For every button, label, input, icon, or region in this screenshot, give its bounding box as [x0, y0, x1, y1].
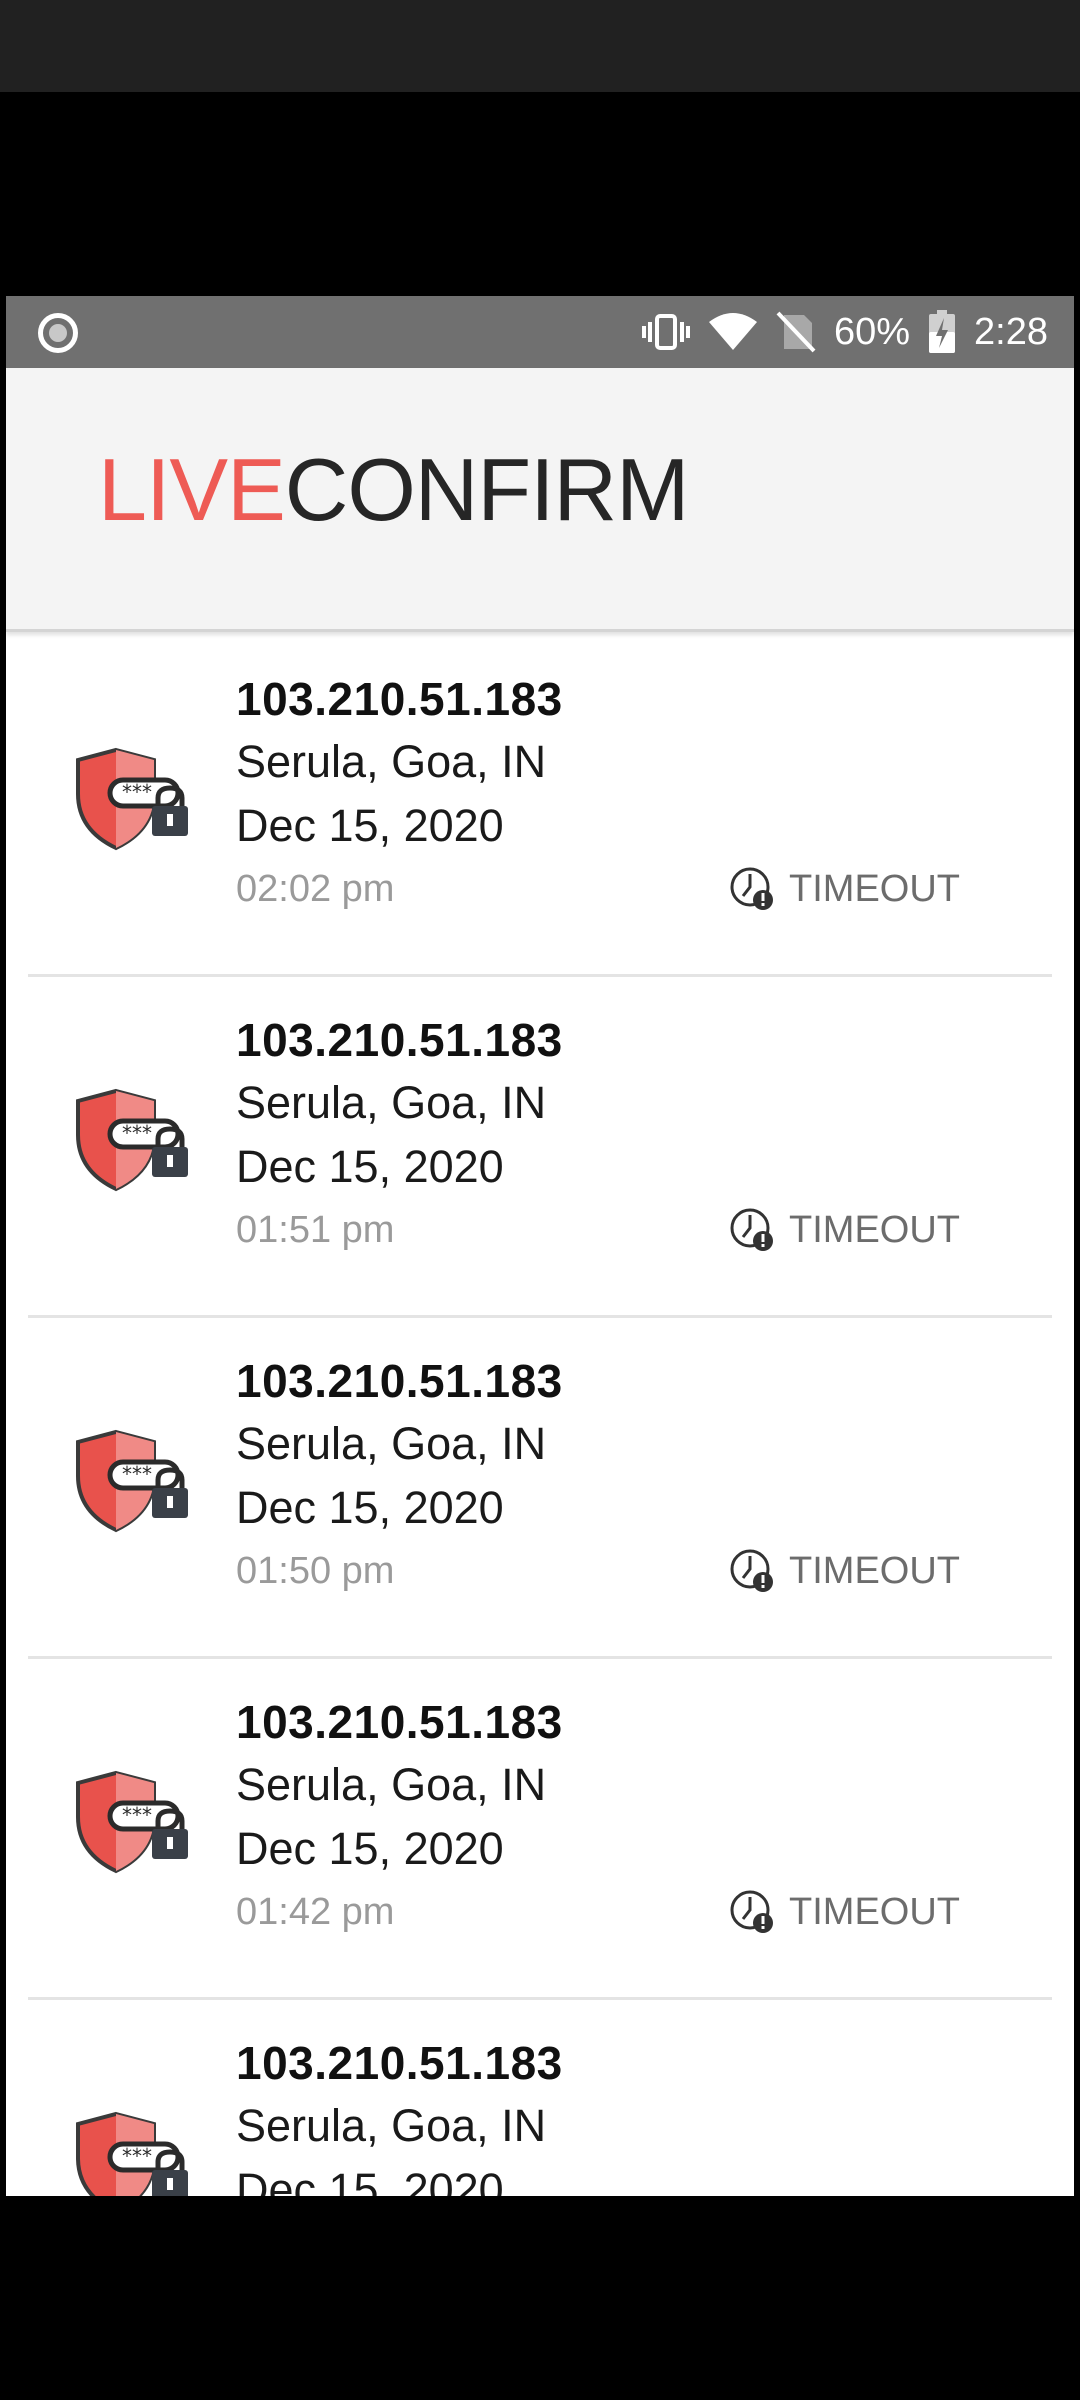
- clock: 2:28: [974, 310, 1048, 353]
- list-item[interactable]: *** 103.210.51.183 Serula, Goa, IN Dec 1…: [6, 1318, 1074, 1659]
- clock-alert-icon: [730, 1890, 774, 1933]
- location: Serula, Goa, IN: [236, 2100, 547, 2151]
- time: 01:50 pm: [236, 1550, 395, 1592]
- wifi-icon: [708, 312, 758, 352]
- ip-address: 103.210.51.183: [236, 1014, 563, 1066]
- date: Dec 15, 2020: [236, 1823, 504, 1874]
- date: Dec 15, 2020: [236, 1141, 504, 1192]
- date: Dec 15, 2020: [236, 800, 504, 851]
- status-label: TIMEOUT: [789, 1890, 960, 1933]
- ip-address: 103.210.51.183: [236, 1355, 563, 1407]
- top-black-bar: [0, 0, 1080, 92]
- status-badge: TIMEOUT: [729, 866, 960, 912]
- location: Serula, Goa, IN: [236, 1418, 547, 1469]
- svg-text:***: ***: [122, 1803, 152, 1827]
- location: Serula, Goa, IN: [236, 1077, 547, 1128]
- brand-live: LIVE: [98, 440, 286, 539]
- svg-text:***: ***: [122, 1121, 152, 1145]
- status-label: TIMEOUT: [789, 1549, 960, 1592]
- date: Dec 15, 2020: [236, 2164, 504, 2196]
- status-badge: TIMEOUT: [729, 1889, 960, 1935]
- ip-address: 103.210.51.183: [236, 673, 563, 725]
- time: 01:51 pm: [236, 1209, 395, 1251]
- status-bar: 60% 2:28: [6, 296, 1074, 368]
- svg-text:***: ***: [122, 780, 152, 804]
- app-header: LIVECONFIRM: [6, 368, 1074, 632]
- time: 02:02 pm: [236, 868, 395, 910]
- ip-address: 103.210.51.183: [236, 1696, 563, 1748]
- brand-confirm: CONFIRM: [284, 440, 690, 539]
- location: Serula, Goa, IN: [236, 736, 547, 787]
- clock-alert-icon: [730, 1208, 774, 1251]
- shield-lock-icon: ***: [76, 747, 188, 851]
- date: Dec 15, 2020: [236, 1482, 504, 1533]
- no-sim-icon: [776, 311, 816, 353]
- status-label: TIMEOUT: [789, 867, 960, 910]
- shield-lock-icon: ***: [76, 1429, 188, 1533]
- svg-text:***: ***: [122, 1462, 152, 1486]
- shield-lock-icon: ***: [76, 2111, 188, 2196]
- svg-text:***: ***: [122, 2144, 152, 2168]
- list-item[interactable]: *** 103.210.51.183 Serula, Goa, IN Dec 1…: [6, 2000, 1074, 2196]
- time: 01:42 pm: [236, 1891, 395, 1933]
- status-badge: TIMEOUT: [729, 1207, 960, 1253]
- battery-percent: 60%: [833, 310, 911, 353]
- list-item[interactable]: *** 103.210.51.183 Serula, Goa, IN Dec 1…: [6, 636, 1074, 977]
- brand-logo: LIVECONFIRM: [98, 446, 689, 534]
- shield-lock-icon: ***: [76, 1770, 188, 1874]
- location: Serula, Goa, IN: [236, 1759, 547, 1810]
- list-item[interactable]: *** 103.210.51.183 Serula, Goa, IN Dec 1…: [6, 977, 1074, 1318]
- vibrate-icon: [641, 312, 690, 352]
- clock-alert-icon: [730, 1549, 774, 1592]
- battery-charging-icon: [928, 310, 956, 354]
- list-item[interactable]: *** 103.210.51.183 Serula, Goa, IN Dec 1…: [6, 1659, 1074, 2000]
- record-icon: [38, 313, 78, 353]
- shield-lock-icon: ***: [76, 1088, 188, 1192]
- clock-alert-icon: [730, 867, 774, 910]
- login-request-list[interactable]: *** 103.210.51.183 Serula, Goa, IN Dec 1…: [6, 636, 1074, 2196]
- app-screen: 60% 2:28 LIVECONFIRM *** 103.210.51.183 …: [6, 296, 1074, 2196]
- ip-address: 103.210.51.183: [236, 2037, 563, 2089]
- status-badge: TIMEOUT: [729, 1548, 960, 1594]
- status-label: TIMEOUT: [789, 1208, 960, 1251]
